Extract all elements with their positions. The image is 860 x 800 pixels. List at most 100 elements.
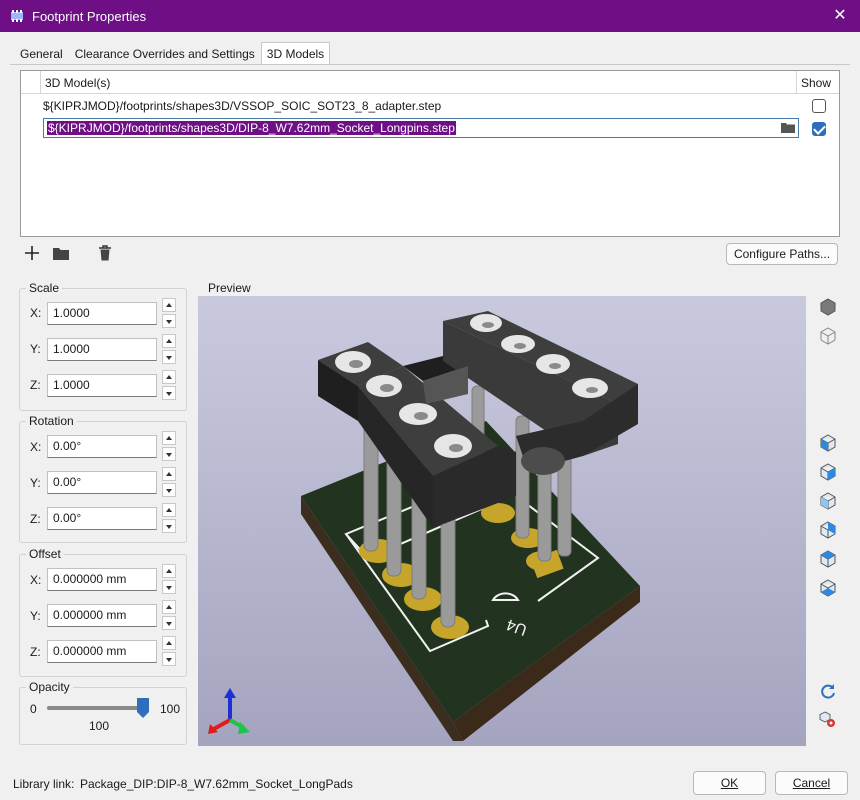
decrement-icon[interactable] [162, 652, 176, 666]
offset-y-label: Y: [30, 609, 41, 623]
view-back-icon [820, 521, 836, 539]
view-right-icon [820, 463, 836, 481]
rotation-label: Rotation [26, 414, 77, 428]
opacity-slider-fill [47, 706, 143, 710]
view-3d-solid-icon [820, 298, 836, 316]
increment-icon[interactable] [162, 503, 176, 517]
decrement-icon[interactable] [162, 386, 176, 400]
table-row[interactable]: ${KIPRJMOD}/footprints/shapes3D/VSSOP_SO… [21, 94, 839, 118]
library-link-value: Package_DIP:DIP-8_W7.62mm_Socket_LongPad… [80, 777, 353, 791]
rotation-y-label: Y: [30, 476, 41, 490]
rotation-x-label: X: [30, 440, 42, 454]
decrement-icon[interactable] [162, 483, 176, 497]
scale-x-input[interactable]: 1.0000 [47, 302, 157, 325]
tab-clearance-overrides[interactable]: Clearance Overrides and Settings [69, 42, 261, 64]
increment-icon[interactable] [162, 334, 176, 348]
increment-icon[interactable] [162, 370, 176, 384]
opacity-group [19, 687, 187, 745]
rotation-z-input[interactable]: 0.00° [47, 507, 157, 530]
reload-button[interactable] [816, 679, 840, 703]
scale-z-input[interactable]: 1.0000 [47, 374, 157, 397]
window-title: Footprint Properties [32, 8, 147, 24]
column-divider [796, 71, 797, 94]
opacity-slider-track[interactable] [47, 706, 143, 710]
opacity-slider-handle[interactable] [137, 698, 149, 718]
model-path[interactable]: ${KIPRJMOD}/footprints/shapes3D/VSSOP_SO… [43, 99, 441, 113]
decrement-icon[interactable] [162, 314, 176, 328]
configure-paths-button[interactable]: Configure Paths... [726, 243, 838, 265]
opacity-min-label: 0 [30, 702, 37, 716]
delete-icon [99, 245, 111, 261]
offset-z-label: Z: [30, 645, 41, 659]
add-model-button[interactable] [20, 242, 44, 264]
folder-icon [53, 247, 69, 260]
offset-z-stepper[interactable] [162, 636, 176, 666]
increment-icon[interactable] [162, 636, 176, 650]
increment-icon[interactable] [162, 431, 176, 445]
render-solid-button[interactable] [816, 295, 840, 319]
remove-model-button[interactable] [93, 242, 117, 264]
increment-icon[interactable] [162, 564, 176, 578]
rotation-z-stepper[interactable] [162, 503, 176, 533]
browse-folder-icon[interactable] [781, 122, 795, 133]
close-icon[interactable]: ✕ [830, 6, 850, 26]
ok-button[interactable]: OK [693, 771, 766, 795]
increment-icon[interactable] [162, 298, 176, 312]
opacity-label: Opacity [26, 680, 73, 694]
increment-icon[interactable] [162, 600, 176, 614]
row-header-stub [21, 71, 41, 94]
show-checkbox[interactable] [812, 99, 826, 113]
add-icon [25, 246, 39, 260]
view-right-button[interactable] [816, 460, 840, 484]
offset-x-input[interactable]: 0.000000 mm [47, 568, 157, 591]
decrement-icon[interactable] [162, 580, 176, 594]
increment-icon[interactable] [162, 467, 176, 481]
3d-settings-button[interactable] [816, 708, 840, 732]
cancel-button[interactable]: Cancel [775, 771, 848, 795]
model-path-field[interactable]: ${KIPRJMOD}/footprints/shapes3D/DIP-8_W7… [43, 118, 799, 138]
view-3d-wire-icon [820, 327, 836, 345]
models-table-header: 3D Model(s) Show [21, 71, 839, 94]
offset-y-stepper[interactable] [162, 600, 176, 630]
scale-label: Scale [26, 281, 63, 295]
settings-icon [819, 711, 835, 727]
scale-y-input[interactable]: 1.0000 [47, 338, 157, 361]
view-back-button[interactable] [816, 518, 840, 542]
view-left-icon [820, 434, 836, 452]
rotation-y-input[interactable]: 0.00° [47, 471, 157, 494]
show-checkbox[interactable] [812, 122, 826, 136]
rotation-z-label: Z: [30, 512, 41, 526]
decrement-icon[interactable] [162, 447, 176, 461]
tab-bar: General Clearance Overrides and Settings… [14, 42, 331, 64]
view-front-button[interactable] [816, 489, 840, 513]
offset-y-input[interactable]: 0.000000 mm [47, 604, 157, 627]
browse-model-button[interactable] [49, 242, 73, 264]
tab-general[interactable]: General [14, 42, 69, 64]
model-path-selected-text: ${KIPRJMOD}/footprints/shapes3D/DIP-8_W7… [47, 121, 456, 135]
tab-3d-models[interactable]: 3D Models [260, 42, 331, 64]
scale-y-stepper[interactable] [162, 334, 176, 364]
axis-gizmo [208, 688, 250, 734]
rotation-y-stepper[interactable] [162, 467, 176, 497]
scale-x-label: X: [30, 306, 42, 320]
column-header-model: 3D Model(s) [45, 76, 111, 90]
opacity-max-label: 100 [160, 702, 181, 716]
app-icon [11, 10, 23, 22]
scale-x-stepper[interactable] [162, 298, 176, 328]
render-wireframe-button[interactable] [816, 324, 840, 348]
view-top-button[interactable] [816, 547, 840, 571]
decrement-icon[interactable] [162, 350, 176, 364]
rotation-x-stepper[interactable] [162, 431, 176, 461]
view-left-button[interactable] [816, 431, 840, 455]
scale-z-stepper[interactable] [162, 370, 176, 400]
3d-preview-viewport[interactable]: U4 [198, 296, 806, 746]
rotation-x-input[interactable]: 0.00° [47, 435, 157, 458]
offset-x-stepper[interactable] [162, 564, 176, 594]
decrement-icon[interactable] [162, 616, 176, 630]
view-bottom-button[interactable] [816, 576, 840, 600]
table-row[interactable]: ${KIPRJMOD}/footprints/shapes3D/DIP-8_W7… [21, 117, 839, 141]
decrement-icon[interactable] [162, 519, 176, 533]
view-bottom-icon [820, 579, 836, 597]
models-table: 3D Model(s) Show ${KIPRJMOD}/footprints/… [20, 70, 840, 237]
offset-z-input[interactable]: 0.000000 mm [47, 640, 157, 663]
